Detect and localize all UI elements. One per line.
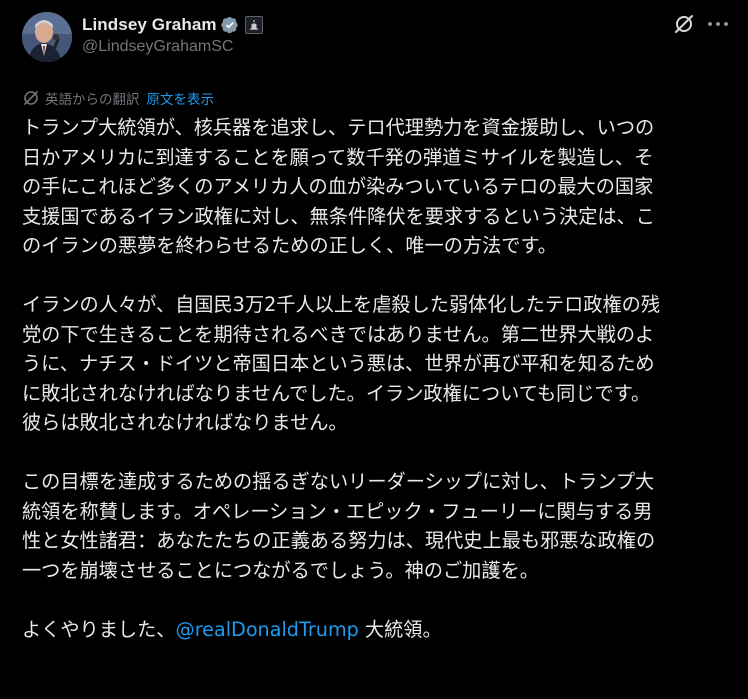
more-options-icon[interactable] <box>706 14 730 34</box>
author-display-name[interactable]: Lindsey Graham <box>82 15 217 35</box>
grok-icon[interactable] <box>672 12 696 36</box>
translation-row: 英語からの翻訳 原文を表示 <box>22 88 214 108</box>
post-container: Lindsey Graham @LindseyGrahamSC 英語からの翻訳 … <box>0 0 748 699</box>
post-paragraph-2: イランの人々が、自国民3万2千人以上を虐殺した弱体化したテロ政権の残 党の下で生… <box>22 293 661 434</box>
mention-link[interactable]: @realDonaldTrump <box>176 618 359 641</box>
closing-text: よくやりました、 <box>22 617 176 641</box>
post-paragraph-1: トランプ大統領が、核兵器を追求し、テロ代理勢力を資金援助し、いつの 日かアメリカ… <box>22 116 655 257</box>
verified-badge-icon[interactable] <box>220 16 239 34</box>
post-text: トランプ大統領が、核兵器を追求し、テロ代理勢力を資金援助し、いつの 日かアメリカ… <box>22 113 732 674</box>
author-name-row: Lindsey Graham <box>82 14 263 36</box>
post-paragraph-3: この目標を達成するための揺るぎないリーダーシップに対し、トランプ大 統領を称賛し… <box>22 470 656 582</box>
post-paragraph-4: よくやりました、@realDonaldTrump 大統領。 <box>22 615 732 645</box>
translated-from-label: 英語からの翻訳 <box>45 92 140 108</box>
avatar-image <box>22 12 72 62</box>
government-badge-icon[interactable] <box>244 16 263 34</box>
author-handle[interactable]: @LindseyGrahamSC <box>82 38 233 56</box>
translate-icon <box>22 89 40 107</box>
closing-suffix-text: 大統領。 <box>358 617 442 641</box>
show-original-link[interactable]: 原文を表示 <box>147 88 215 108</box>
avatar[interactable] <box>22 12 72 62</box>
